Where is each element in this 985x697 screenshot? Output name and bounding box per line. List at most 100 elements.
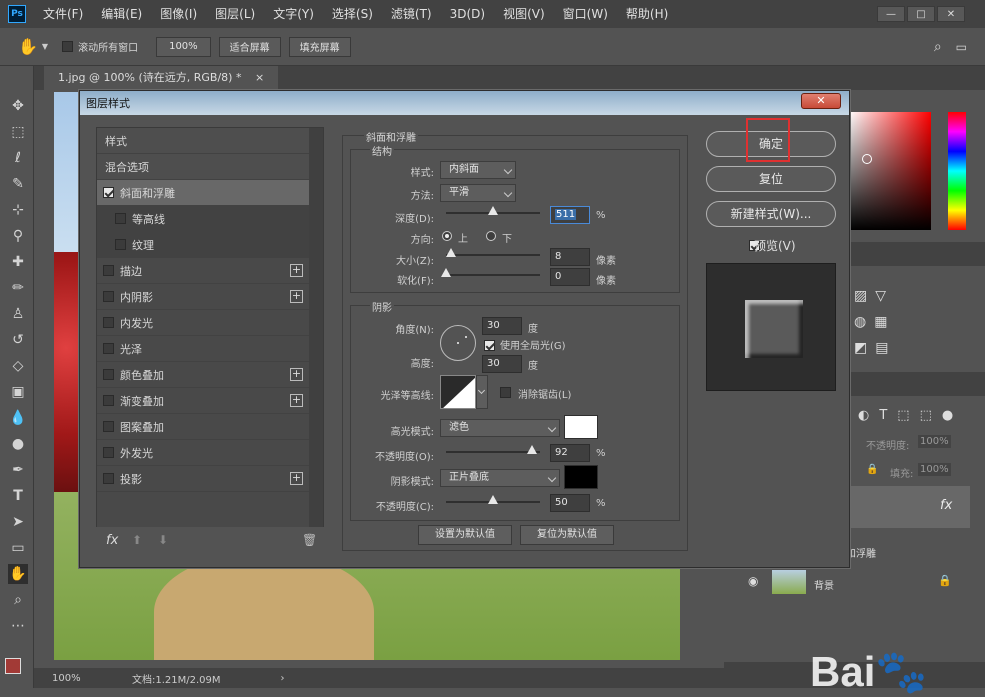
highlight-opacity-slider[interactable] — [446, 445, 540, 454]
shadow-opacity-input[interactable]: 50 — [550, 494, 590, 512]
gloss-contour-dropdown[interactable] — [476, 375, 488, 409]
eyedropper-tool-icon[interactable]: ⚲ — [8, 226, 28, 246]
style-list-item[interactable]: 外发光 — [97, 440, 309, 466]
menu-item-9[interactable]: 窗口(W) — [554, 0, 617, 28]
anti-alias-checkbox[interactable] — [500, 387, 511, 398]
color-picker-cursor[interactable] — [862, 154, 872, 164]
menu-item-6[interactable]: 滤镜(T) — [382, 0, 441, 28]
history-brush-icon[interactable]: ↺ — [8, 330, 28, 350]
layer-filter-icons[interactable]: ◐T⬚⬚● — [858, 408, 963, 423]
search-icon[interactable]: ⌕ — [934, 39, 942, 55]
document-tab[interactable]: 1.jpg @ 100% (诗在远方, RGB/8) * × — [44, 66, 279, 90]
style-item-checkbox[interactable] — [103, 291, 114, 302]
style-item-checkbox[interactable] — [103, 473, 114, 484]
layer-opacity-value[interactable]: 100% — [918, 435, 951, 448]
bevel-style-select[interactable]: 内斜面 — [440, 161, 516, 179]
add-effect-icon[interactable]: + — [290, 290, 303, 303]
style-list-item[interactable]: 光泽 — [97, 336, 309, 362]
shadow-opacity-slider[interactable] — [446, 495, 540, 504]
size-slider[interactable] — [445, 248, 540, 257]
add-effect-icon[interactable]: + — [290, 394, 303, 407]
layer-effect-name[interactable]: 和浮雕 — [846, 545, 876, 560]
maximize-button[interactable]: □ — [907, 6, 935, 22]
dodge-tool-icon[interactable]: ● — [8, 434, 28, 454]
depth-slider[interactable] — [446, 206, 540, 215]
depth-slider-thumb[interactable] — [488, 206, 498, 215]
lasso-tool-icon[interactable]: ℓ — [8, 148, 28, 168]
soften-slider-thumb[interactable] — [441, 268, 451, 277]
shadow-opacity-thumb[interactable] — [488, 495, 498, 504]
menu-item-5[interactable]: 选择(S) — [323, 0, 382, 28]
tool-preset-dropdown[interactable]: ▼ — [42, 42, 48, 51]
status-expand-icon[interactable]: › — [281, 673, 285, 684]
background-layer-name[interactable]: 背景 — [814, 577, 834, 592]
marquee-tool-icon[interactable]: ⬚ — [8, 122, 28, 142]
reset-default-button[interactable]: 复位为默认值 — [520, 525, 614, 545]
adjustments-icons-row3[interactable]: ◩▤ — [854, 340, 896, 356]
menu-item-2[interactable]: 图像(I) — [151, 0, 206, 28]
add-effect-icon[interactable]: + — [290, 264, 303, 277]
quick-select-tool-icon[interactable]: ✎ — [8, 174, 28, 194]
style-item-checkbox[interactable] — [115, 239, 126, 250]
gloss-contour-preview[interactable] — [440, 375, 476, 409]
foreground-color-swatch[interactable] — [5, 658, 21, 674]
zoom-level[interactable]: 100% — [52, 673, 112, 684]
shadow-color-swatch[interactable] — [564, 465, 598, 489]
stamp-tool-icon[interactable]: ♙ — [8, 304, 28, 324]
style-list-item[interactable]: 内阴影 + — [97, 284, 309, 310]
fit-screen-button[interactable]: 适合屏幕 — [218, 36, 281, 57]
style-item-checkbox[interactable] — [103, 317, 114, 328]
style-list-item[interactable]: 渐变叠加 + — [97, 388, 309, 414]
style-list-item[interactable]: 混合选项 — [97, 154, 309, 180]
move-down-icon[interactable]: ⬇ — [158, 533, 168, 547]
technique-select[interactable]: 平滑 — [440, 184, 516, 202]
adjustments-icons-row2[interactable]: ◍▦ — [854, 314, 895, 330]
hue-slider[interactable] — [948, 112, 966, 230]
style-list-scrollbar[interactable] — [309, 128, 323, 528]
minimize-button[interactable]: — — [877, 6, 905, 22]
style-item-checkbox[interactable] — [103, 447, 114, 458]
style-item-checkbox[interactable] — [103, 421, 114, 432]
move-up-icon[interactable]: ⬆ — [132, 533, 142, 547]
rectangle-tool-icon[interactable]: ▭ — [8, 538, 28, 558]
global-light-checkbox[interactable] — [484, 340, 495, 351]
size-input[interactable]: 8 — [550, 248, 590, 266]
style-list-item[interactable]: 图案叠加 — [97, 414, 309, 440]
visibility-eye-icon[interactable]: ◉ — [748, 574, 758, 588]
style-list-item[interactable]: 等高线 — [97, 206, 309, 232]
type-tool-icon[interactable]: T — [8, 486, 28, 506]
soften-input[interactable]: 0 — [550, 268, 590, 286]
highlight-opacity-thumb[interactable] — [527, 445, 538, 454]
style-list-item[interactable]: 投影 + — [97, 466, 309, 492]
fx-menu-icon[interactable]: fx — [106, 533, 118, 548]
layer-fill-value[interactable]: 100% — [918, 463, 951, 476]
style-item-checkbox[interactable] — [103, 343, 114, 354]
style-list-item[interactable]: 描边 + — [97, 258, 309, 284]
reset-button[interactable]: 复位 — [706, 166, 836, 192]
zoom-100-button[interactable]: 100% — [156, 36, 211, 57]
delete-icon[interactable]: 🗑 — [302, 533, 317, 547]
add-effect-icon[interactable]: + — [290, 368, 303, 381]
menu-item-0[interactable]: 文件(F) — [34, 0, 92, 28]
style-item-checkbox[interactable] — [103, 369, 114, 380]
style-list-item[interactable]: 样式 — [97, 128, 309, 154]
style-list-item[interactable]: 斜面和浮雕 — [97, 180, 309, 206]
soften-slider[interactable] — [441, 268, 540, 277]
direction-up-radio[interactable] — [442, 231, 452, 241]
highlight-color-swatch[interactable] — [564, 415, 598, 439]
style-list-item[interactable]: 颜色叠加 + — [97, 362, 309, 388]
make-default-button[interactable]: 设置为默认值 — [418, 525, 512, 545]
style-list-item[interactable]: 纹理 — [97, 232, 309, 258]
move-tool-icon[interactable]: ✥ — [8, 96, 28, 116]
menu-item-8[interactable]: 视图(V) — [494, 0, 554, 28]
dialog-close-button[interactable]: ✕ — [801, 93, 841, 109]
depth-input[interactable]: 511 — [550, 206, 590, 224]
direction-down-radio[interactable] — [486, 231, 496, 241]
menu-item-3[interactable]: 图层(L) — [206, 0, 264, 28]
style-item-checkbox[interactable] — [103, 395, 114, 406]
menu-item-10[interactable]: 帮助(H) — [617, 0, 677, 28]
menu-item-1[interactable]: 编辑(E) — [92, 0, 151, 28]
pen-tool-icon[interactable]: ✒ — [8, 460, 28, 480]
path-select-icon[interactable]: ➤ — [8, 512, 28, 532]
color-picker-field[interactable] — [849, 112, 931, 230]
